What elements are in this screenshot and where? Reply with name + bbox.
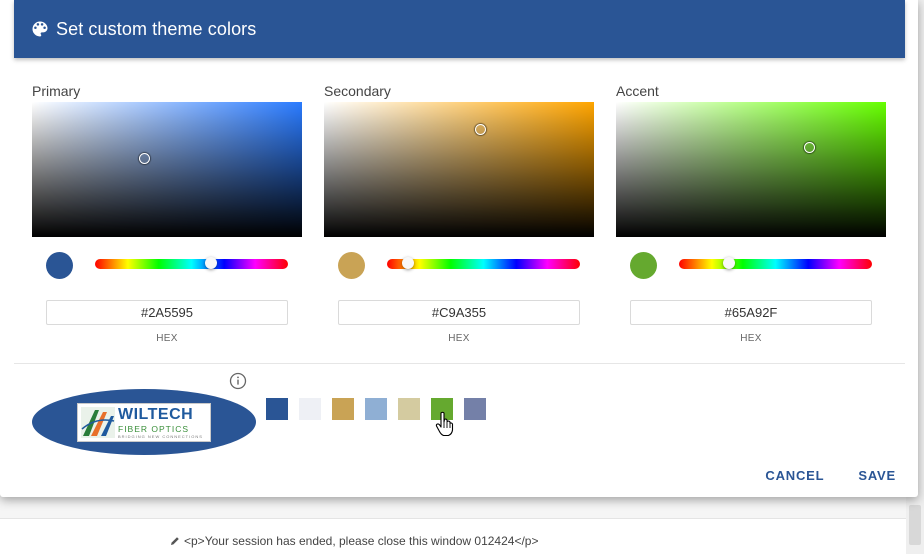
hue-slider-handle[interactable] (204, 257, 217, 269)
saturation-handle[interactable] (474, 124, 486, 136)
company-logo: WILTECH FIBER OPTICS BRIDGING NEW CONNEC… (77, 403, 211, 442)
secondary-color-picker: Secondary HEX (324, 82, 594, 344)
hue-slider-handle[interactable] (723, 257, 736, 269)
dialog-actions: CANCEL SAVE (765, 468, 896, 483)
logo-subtitle: FIBER OPTICS (118, 424, 190, 434)
saturation-handle[interactable] (804, 141, 816, 153)
logo-name: WILTECH (118, 406, 194, 423)
preset-swatch[interactable] (299, 398, 321, 420)
preset-swatch[interactable] (398, 398, 420, 420)
hue-slider-handle[interactable] (402, 257, 415, 269)
hue-slider[interactable] (95, 257, 288, 269)
preset-swatch[interactable] (332, 398, 354, 420)
picker-label-primary: Primary (32, 83, 81, 99)
accent-color-picker: Accent HEX (616, 82, 886, 344)
logo-tagline: BRIDGING NEW CONNECTIONS (118, 434, 203, 439)
hex-input[interactable] (46, 300, 288, 325)
hue-slider[interactable] (387, 257, 580, 269)
hex-input[interactable] (338, 300, 580, 325)
info-icon[interactable] (229, 372, 247, 390)
hex-label: HEX (448, 333, 470, 344)
theme-color-dialog: Set custom theme colors Primary HEX Seco… (0, 0, 918, 497)
hex-label: HEX (156, 333, 178, 344)
current-color-swatch (338, 252, 365, 279)
palette-icon (32, 21, 48, 37)
saturation-area[interactable] (616, 102, 886, 237)
picker-label-accent: Accent (616, 83, 659, 99)
current-color-swatch (630, 252, 657, 279)
hex-label: HEX (740, 333, 762, 344)
hex-input[interactable] (630, 300, 872, 325)
dialog-header: Set custom theme colors (14, 0, 905, 58)
saturation-handle[interactable] (139, 152, 151, 164)
current-color-swatch (46, 252, 73, 279)
logo-mark-icon (81, 407, 115, 438)
scrollbar-thumb[interactable] (909, 505, 921, 545)
pencil-icon (171, 537, 179, 545)
dialog-title: Set custom theme colors (56, 18, 257, 39)
picker-label-secondary: Secondary (324, 83, 391, 99)
save-button[interactable]: SAVE (858, 468, 896, 483)
session-message-text: <p>Your session has ended, please close … (184, 534, 539, 548)
saturation-area[interactable] (32, 102, 302, 237)
preset-swatch[interactable] (365, 398, 387, 420)
hand-pointer-icon (435, 411, 454, 437)
cancel-button[interactable]: CANCEL (765, 468, 824, 483)
primary-color-picker: Primary HEX (32, 82, 302, 344)
preset-swatch[interactable] (266, 398, 288, 420)
preset-swatch[interactable] (464, 398, 486, 420)
hue-slider[interactable] (679, 257, 872, 269)
session-message: <p>Your session has ended, please close … (170, 534, 538, 548)
saturation-area[interactable] (324, 102, 594, 237)
section-divider (14, 363, 905, 364)
